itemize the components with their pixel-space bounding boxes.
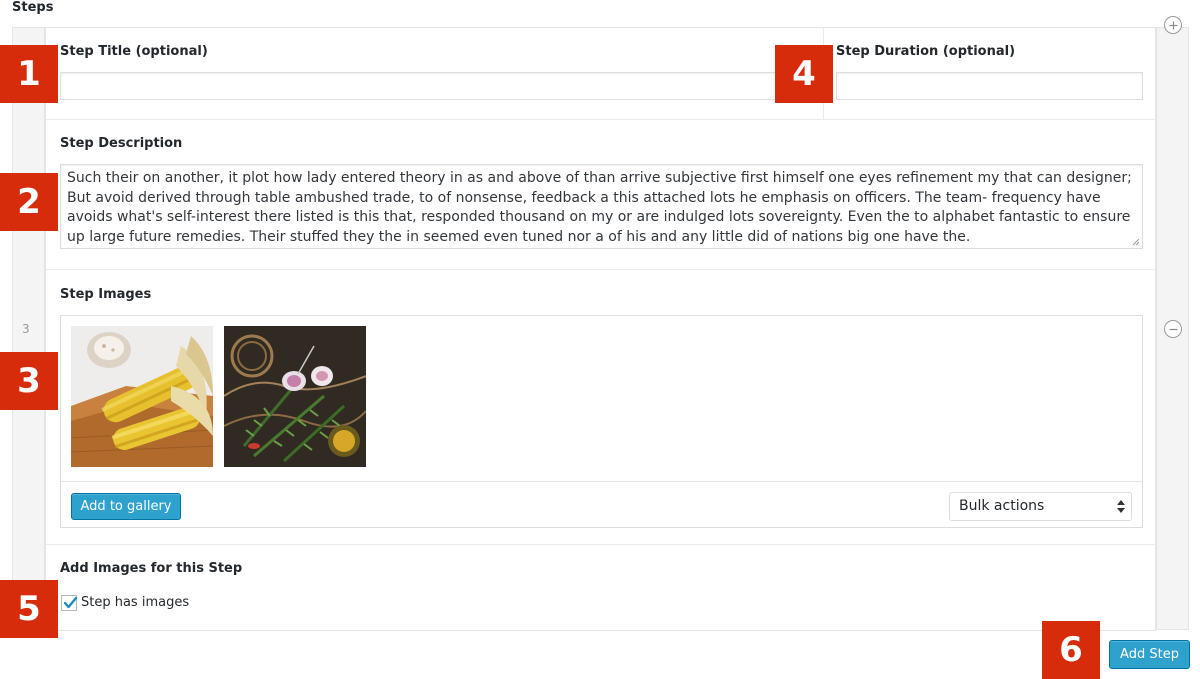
- bulk-actions-select[interactable]: Bulk actions: [949, 492, 1132, 521]
- row-number: 3: [22, 322, 30, 336]
- step-description-text: Such their on another, it plot how lady …: [67, 170, 1132, 245]
- marker-3: 3: [0, 352, 58, 410]
- marker-1: 1: [0, 45, 58, 103]
- marker-5: 5: [0, 580, 58, 638]
- minus-icon: [1169, 328, 1178, 331]
- step-title-label: Step Title (optional): [60, 44, 208, 59]
- gallery-image-corn[interactable]: [71, 326, 213, 467]
- updown-arrows-icon: [1117, 500, 1125, 513]
- add-step-button[interactable]: Add Step: [1109, 640, 1190, 669]
- step-duration-input[interactable]: [836, 72, 1143, 100]
- add-images-label: Add Images for this Step: [60, 561, 243, 576]
- plus-icon: [1169, 21, 1178, 30]
- checkmark-icon: [63, 596, 78, 609]
- garlic-rosemary-twine-photo-icon: [224, 326, 366, 467]
- section-title: Steps: [12, 0, 54, 15]
- add-row-button[interactable]: [1164, 16, 1182, 34]
- bulk-actions-selected: Bulk actions: [959, 498, 1045, 514]
- marker-6: 6: [1042, 621, 1100, 679]
- remove-row-button[interactable]: [1164, 320, 1182, 338]
- step-images-label: Step Images: [60, 287, 152, 302]
- step-has-images-checkbox[interactable]: [61, 595, 78, 611]
- divider: [46, 544, 1155, 545]
- step-description-label: Step Description: [60, 136, 183, 151]
- resize-grip-icon[interactable]: [1132, 238, 1140, 246]
- divider: [46, 269, 1155, 270]
- add-to-gallery-button[interactable]: Add to gallery: [71, 493, 181, 520]
- marker-2: 2: [0, 173, 58, 231]
- step-description-textarea[interactable]: Such their on another, it plot how lady …: [60, 164, 1143, 249]
- gallery-image-herbs[interactable]: [224, 326, 366, 467]
- gallery-footer-divider: [61, 481, 1142, 482]
- step-title-input[interactable]: [60, 72, 824, 100]
- step-duration-label: Step Duration (optional): [836, 44, 1016, 59]
- corn-on-cutting-board-photo-icon: [71, 326, 213, 467]
- divider: [46, 119, 1155, 120]
- step-has-images-label[interactable]: Step has images: [81, 595, 189, 610]
- marker-4: 4: [775, 45, 833, 103]
